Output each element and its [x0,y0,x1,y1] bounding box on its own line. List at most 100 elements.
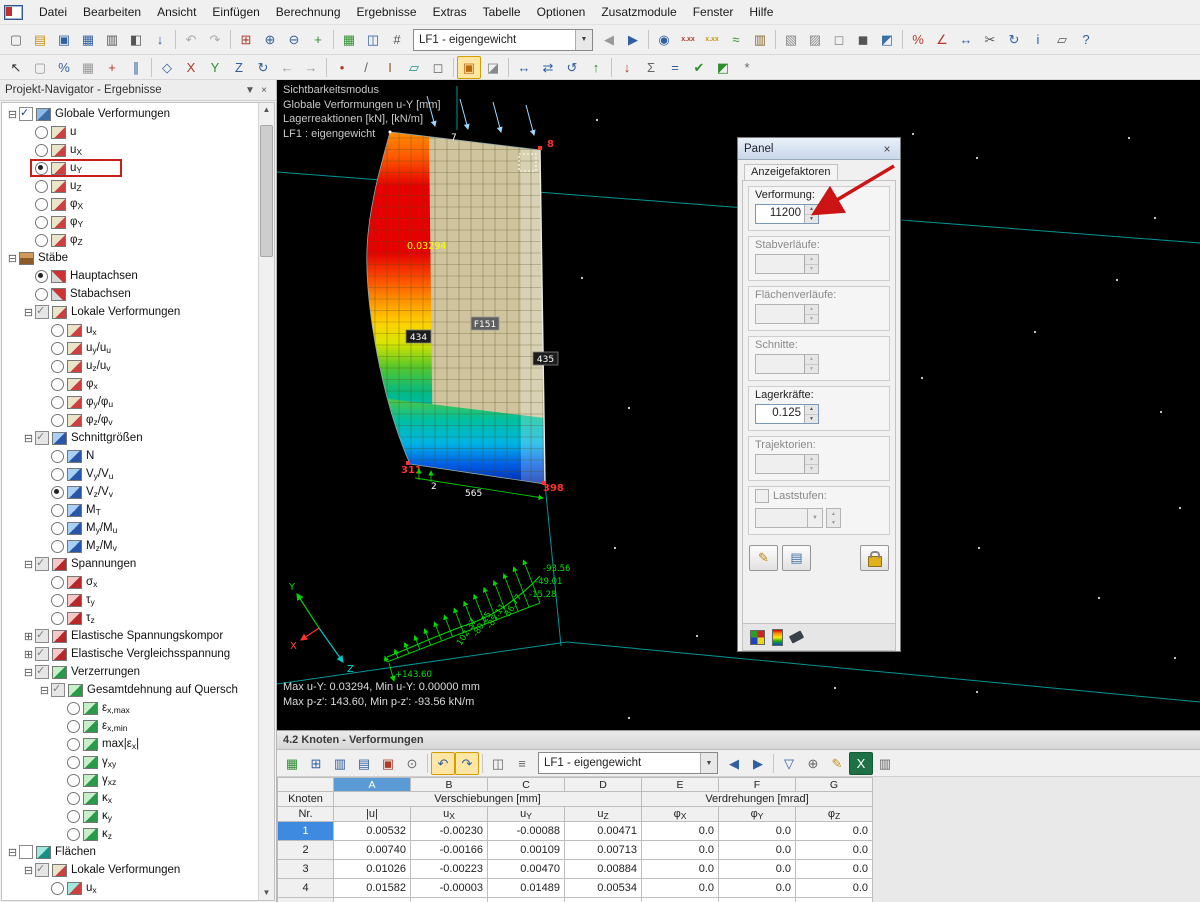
radio-button[interactable] [35,162,48,175]
tree-item-gesamtdehnung-auf-quersch[interactable]: ⊟Gesamtdehnung auf Quersch [2,681,258,699]
menu-item-optionen[interactable]: Optionen [529,2,594,22]
tree-item-uz[interactable]: uZ [2,177,258,195]
menu-item-hilfe[interactable]: Hilfe [741,2,781,22]
zoom-window-button[interactable]: ⊞ [234,28,258,51]
next-view-button[interactable]: → [299,56,323,79]
radio-button[interactable] [51,486,64,499]
move-entities-button[interactable]: ↔ [512,56,536,79]
table-filter-marked-button[interactable]: ▣ [376,752,400,775]
spin-up-icon[interactable]: ▲ [805,205,818,215]
tree-item-κz[interactable]: κz [2,825,258,843]
radio-button[interactable] [35,216,48,229]
color-scale-icon[interactable] [772,629,783,646]
checkbox[interactable] [35,431,49,445]
export-button[interactable]: ↓ [148,28,172,51]
result-diagrams-button[interactable]: ≈ [724,28,748,51]
table-search-button[interactable]: ⊙ [400,752,424,775]
guidelines-button[interactable]: ∥ [124,56,148,79]
column-subheader[interactable]: |u| [334,807,411,822]
select-pointer-button[interactable]: ↖ [4,56,28,79]
expander-icon[interactable]: ⊞ [22,630,35,643]
tree-item-stabachsen[interactable]: Stabachsen [2,285,258,303]
table-views-button[interactable]: ◫ [486,752,510,775]
save-all-button[interactable]: ▦ [76,28,100,51]
table-rows-button[interactable]: ▤ [352,752,376,775]
radio-button[interactable] [51,540,64,553]
tree-item-hauptachsen[interactable]: Hauptachsen [2,267,258,285]
tree-item-vy-vu[interactable]: Vy/Vu [2,465,258,483]
tree-item-φy[interactable]: φY [2,213,258,231]
row-number[interactable]: 1 [278,822,334,841]
print-graphic-button[interactable]: ▥ [748,28,772,51]
color-palette-icon[interactable] [750,630,765,645]
select-region-button[interactable]: ▢ [28,56,52,79]
tree-item-vz-vv[interactable]: Vz/Vv [2,483,258,501]
expander-icon[interactable]: ⊟ [22,864,35,877]
radio-button[interactable] [51,468,64,481]
configuration-button[interactable]: * [735,56,759,79]
result-values-button[interactable]: x.xx [676,28,700,51]
expander-icon[interactable]: ⊟ [22,306,35,319]
radio-button[interactable] [35,180,48,193]
table-cell[interactable]: -0.00230 [411,822,488,841]
tab-anzeigefaktoren[interactable]: Anzeigefaktoren [744,164,838,180]
view-in-y-button[interactable]: Y [203,56,227,79]
redo-button[interactable]: ↷ [203,28,227,51]
new-surface-button[interactable]: ▱ [402,56,426,79]
panel-titlebar[interactable]: Panel × [738,138,900,160]
expander-icon[interactable]: ⊟ [6,252,19,265]
row-number[interactable]: 2 [278,841,334,860]
radio-button[interactable] [51,414,64,427]
tree-item-ux[interactable]: uX [2,141,258,159]
radio-button[interactable] [51,450,64,463]
column-header-b[interactable]: B [411,778,488,792]
column-subheader[interactable]: φX [642,807,719,822]
scrollbar-track[interactable] [259,117,274,886]
load-cases-button[interactable]: Σ [639,56,663,79]
table-cell[interactable]: 0.0 [719,822,796,841]
second-window-button[interactable]: ◫ [361,28,385,51]
table-cell[interactable]: 0.00470 [488,860,565,879]
tree-item-elastische-spannungskompor[interactable]: ⊞Elastische Spannungskompor [2,627,258,645]
radio-button[interactable] [67,720,80,733]
radio-button[interactable] [35,270,48,283]
tree-item-φz[interactable]: φZ [2,231,258,249]
menu-item-ergebnisse[interactable]: Ergebnisse [349,2,425,22]
tree-item-γxy[interactable]: γxy [2,753,258,771]
table-list-button[interactable]: ▦ [280,752,304,775]
insert-table-button[interactable]: ⊞ [304,752,328,775]
tree-item-εx-max[interactable]: εx,max [2,699,258,717]
expander-icon[interactable]: ⊟ [6,108,19,121]
radio-button[interactable] [35,288,48,301]
tree-item-u[interactable]: u [2,123,258,141]
tree-item-globale-verformungen[interactable]: ⊟Globale Verformungen [2,105,258,123]
help-button[interactable]: ? [1074,28,1098,51]
tree-item-mt[interactable]: MT [2,501,258,519]
radio-button[interactable] [67,756,80,769]
save-button[interactable]: ▣ [52,28,76,51]
object-snap-button[interactable]: + [100,56,124,79]
rotate-entities-button[interactable]: ↺ [560,56,584,79]
find-node-button[interactable]: ⊕ [801,752,825,775]
tree-item-flächen[interactable]: ⊟Flächen [2,843,258,861]
table-cell[interactable]: -0.00088 [488,822,565,841]
next-loadcase-button[interactable]: ▶ [621,28,645,51]
expander-icon[interactable]: ⊟ [22,558,35,571]
tree-item-verzerrungen[interactable]: ⊟Verzerrungen [2,663,258,681]
display-transparent-button[interactable]: ◩ [875,28,899,51]
table-cell[interactable]: 0.0 [719,841,796,860]
scroll-down-icon[interactable]: ▼ [259,886,274,900]
show-tables-button[interactable]: ▦ [337,28,361,51]
rotate-button[interactable]: ↻ [1002,28,1026,51]
display-properties-button[interactable]: ◩ [711,56,735,79]
display-solid-button[interactable]: ◼ [851,28,875,51]
menu-item-extras[interactable]: Extras [425,2,475,22]
loadcase-combobox[interactable]: LF1 - eigengewicht▼ [413,29,593,51]
zoom-in-button[interactable]: ⊕ [258,28,282,51]
table-cell[interactable]: 0.0 [796,841,873,860]
dropdown-arrow-icon[interactable]: ▼ [700,753,717,773]
rotate-view-button[interactable]: ↻ [251,56,275,79]
open-project-button[interactable]: ▤ [28,28,52,51]
move-copy-button[interactable]: ↔ [954,28,978,51]
row-number[interactable]: 4 [278,879,334,898]
